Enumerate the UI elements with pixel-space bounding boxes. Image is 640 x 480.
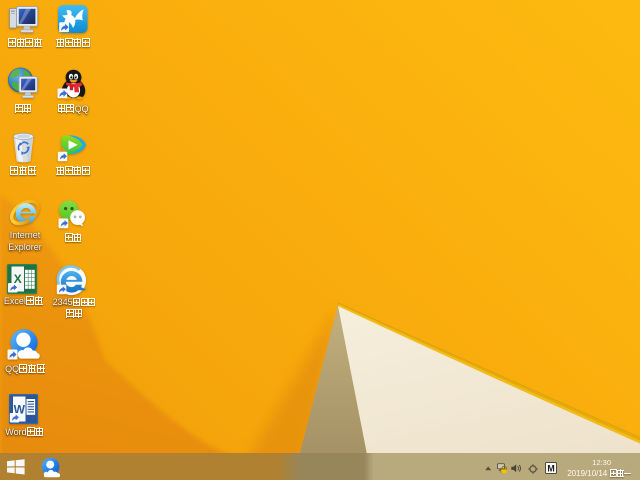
svg-text:M: M (547, 463, 554, 473)
